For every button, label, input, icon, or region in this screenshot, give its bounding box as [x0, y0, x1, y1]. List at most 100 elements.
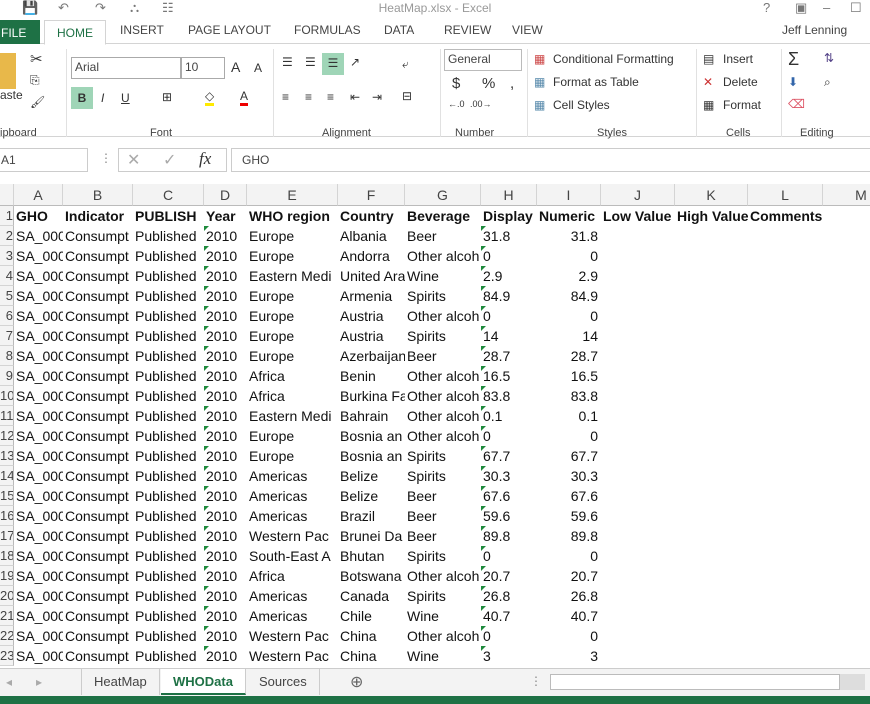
- cell[interactable]: Consumpt: [63, 526, 133, 546]
- cell[interactable]: Europe: [247, 246, 338, 266]
- cell[interactable]: Comments: [748, 206, 823, 226]
- paste-button[interactable]: aste: [0, 88, 23, 102]
- cell[interactable]: 0: [537, 426, 601, 446]
- formula-input[interactable]: GHO: [231, 148, 870, 172]
- row-header[interactable]: 13: [0, 446, 14, 466]
- cell[interactable]: 0: [537, 246, 601, 266]
- cell[interactable]: SA_000: [14, 226, 63, 246]
- font-name-select[interactable]: Arial: [71, 57, 181, 79]
- cell[interactable]: 2010: [204, 466, 247, 486]
- cell[interactable]: 2010: [204, 286, 247, 306]
- row-header[interactable]: 6: [0, 306, 14, 326]
- cell[interactable]: Beer: [405, 526, 481, 546]
- scroll-right-icon[interactable]: ▸: [36, 675, 42, 689]
- cell[interactable]: Spirits: [405, 466, 481, 486]
- column-header[interactable]: A: [14, 184, 63, 206]
- minimize-icon[interactable]: –: [823, 0, 830, 15]
- row-header[interactable]: 10: [0, 386, 14, 406]
- cell[interactable]: Consumpt: [63, 366, 133, 386]
- cell[interactable]: Canada: [338, 586, 405, 606]
- cell[interactable]: 31.8: [537, 226, 601, 246]
- merge-center-icon[interactable]: ⊟: [402, 89, 412, 103]
- cell[interactable]: Consumpt: [63, 626, 133, 646]
- cell[interactable]: Published: [133, 546, 204, 566]
- font-size-select[interactable]: 10: [181, 57, 225, 79]
- cell[interactable]: Other alcoh: [405, 426, 481, 446]
- row-header[interactable]: 5: [0, 286, 14, 306]
- cell[interactable]: Consumpt: [63, 646, 133, 666]
- row-header[interactable]: 4: [0, 266, 14, 286]
- column-header[interactable]: I: [537, 184, 601, 206]
- cell[interactable]: Eastern Medi: [247, 266, 338, 286]
- cell[interactable]: 40.7: [481, 606, 537, 626]
- conditional-formatting-button[interactable]: Conditional Formatting: [553, 52, 674, 66]
- cell[interactable]: 2010: [204, 566, 247, 586]
- cell[interactable]: Indicator: [63, 206, 133, 226]
- tab-data[interactable]: DATA: [384, 23, 414, 37]
- cell[interactable]: SA_000: [14, 326, 63, 346]
- cell[interactable]: Europe: [247, 286, 338, 306]
- cell[interactable]: Spirits: [405, 326, 481, 346]
- cell[interactable]: 26.8: [537, 586, 601, 606]
- cell[interactable]: 83.8: [481, 386, 537, 406]
- cell[interactable]: Display: [481, 206, 537, 226]
- sheet-tab-sources[interactable]: Sources: [247, 669, 320, 695]
- cell[interactable]: SA_000: [14, 406, 63, 426]
- cell[interactable]: Wine: [405, 266, 481, 286]
- cell[interactable]: Consumpt: [63, 226, 133, 246]
- cell[interactable]: 2010: [204, 606, 247, 626]
- cell[interactable]: 2010: [204, 426, 247, 446]
- align-center-icon[interactable]: ≡: [305, 90, 312, 104]
- cell[interactable]: Brunei Da: [338, 526, 405, 546]
- autosum-icon[interactable]: Σ: [788, 49, 799, 70]
- cell[interactable]: Beer: [405, 226, 481, 246]
- cell[interactable]: Belize: [338, 466, 405, 486]
- cell[interactable]: Published: [133, 226, 204, 246]
- cell[interactable]: 0: [481, 546, 537, 566]
- cell[interactable]: 30.3: [537, 466, 601, 486]
- cell[interactable]: 2010: [204, 386, 247, 406]
- column-header[interactable]: D: [204, 184, 247, 206]
- grow-font-icon[interactable]: A: [231, 59, 240, 75]
- cell[interactable]: Bhutan: [338, 546, 405, 566]
- cell[interactable]: 67.7: [481, 446, 537, 466]
- cell[interactable]: Albania: [338, 226, 405, 246]
- cell[interactable]: Consumpt: [63, 546, 133, 566]
- cell[interactable]: Published: [133, 506, 204, 526]
- cell[interactable]: Americas: [247, 586, 338, 606]
- cell[interactable]: Published: [133, 606, 204, 626]
- cell[interactable]: Eastern Medi: [247, 406, 338, 426]
- tab-review[interactable]: REVIEW: [444, 23, 491, 37]
- cell[interactable]: Consumpt: [63, 486, 133, 506]
- cell[interactable]: Published: [133, 626, 204, 646]
- cell[interactable]: Spirits: [405, 286, 481, 306]
- row-header[interactable]: 9: [0, 366, 14, 386]
- cell[interactable]: Wine: [405, 606, 481, 626]
- fill-icon[interactable]: ⬇: [788, 75, 798, 89]
- underline-button[interactable]: U: [121, 91, 130, 105]
- cell[interactable]: SA_000: [14, 426, 63, 446]
- cell[interactable]: Published: [133, 406, 204, 426]
- cell[interactable]: 28.7: [537, 346, 601, 366]
- cell[interactable]: SA_000: [14, 486, 63, 506]
- cell[interactable]: SA_000: [14, 266, 63, 286]
- row-header[interactable]: 14: [0, 466, 14, 486]
- cell[interactable]: 84.9: [537, 286, 601, 306]
- borders-icon[interactable]: ⊞: [162, 90, 172, 104]
- cell[interactable]: 16.5: [537, 366, 601, 386]
- cancel-icon[interactable]: ✕: [127, 150, 140, 170]
- cell[interactable]: 2010: [204, 586, 247, 606]
- row-header[interactable]: 18: [0, 546, 14, 566]
- cell[interactable]: Published: [133, 386, 204, 406]
- cell[interactable]: Other alcoh: [405, 626, 481, 646]
- delete-cells-button[interactable]: Delete: [723, 75, 758, 89]
- cell[interactable]: Published: [133, 266, 204, 286]
- cell[interactable]: 67.6: [481, 486, 537, 506]
- cell[interactable]: Western Pac: [247, 626, 338, 646]
- column-header[interactable]: G: [405, 184, 481, 206]
- cell[interactable]: 3: [481, 646, 537, 666]
- cell[interactable]: 2010: [204, 546, 247, 566]
- percent-icon[interactable]: %: [482, 75, 495, 92]
- cell[interactable]: SA_000: [14, 566, 63, 586]
- cell[interactable]: Consumpt: [63, 346, 133, 366]
